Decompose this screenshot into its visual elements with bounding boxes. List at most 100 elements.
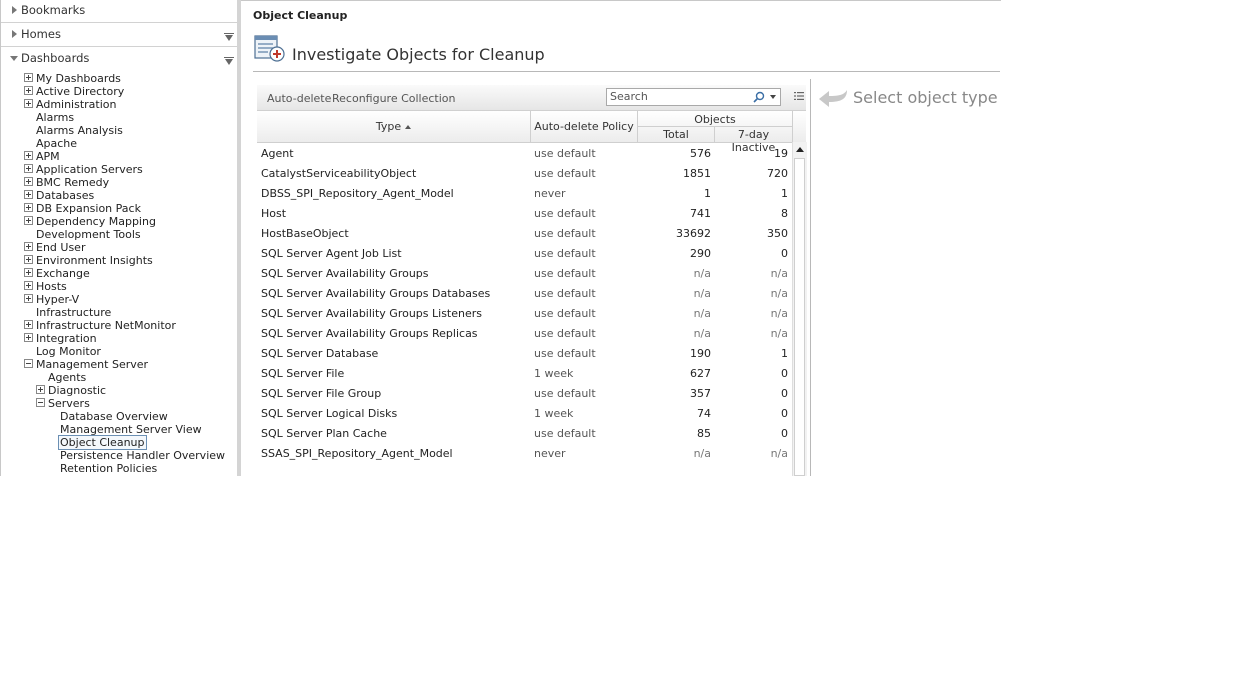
tree-item-label[interactable]: Object Cleanup xyxy=(58,435,147,450)
dashboards-section[interactable]: Dashboards xyxy=(1,48,237,70)
tree-item[interactable]: Environment Insights xyxy=(1,254,237,267)
bookmarks-label[interactable]: Bookmarks xyxy=(21,3,85,17)
search-box[interactable] xyxy=(606,88,781,106)
tree-item-label[interactable]: Log Monitor xyxy=(36,345,101,358)
search-input[interactable] xyxy=(610,90,750,103)
tree-item-label[interactable]: Apache xyxy=(36,137,77,150)
table-row[interactable]: Agent use default 576 19 xyxy=(257,143,792,163)
tree-item[interactable]: APM xyxy=(1,150,237,163)
tree-item[interactable]: DB Expansion Pack xyxy=(1,202,237,215)
tree-item-label[interactable]: Infrastructure xyxy=(36,306,111,319)
tree-item-label[interactable]: Integration xyxy=(36,332,97,345)
tree-item[interactable]: Management Server xyxy=(1,358,237,371)
tree-item[interactable]: Development Tools xyxy=(1,228,237,241)
tree-item-label[interactable]: Agents xyxy=(48,371,86,384)
tree-item[interactable]: BMC Remedy xyxy=(1,176,237,189)
expand-plus-icon[interactable] xyxy=(24,216,33,225)
tree-item[interactable]: Database Overview xyxy=(1,410,237,423)
expand-plus-icon[interactable] xyxy=(24,190,33,199)
tree-item[interactable]: Administration xyxy=(1,98,237,111)
expand-plus-icon[interactable] xyxy=(24,99,33,108)
tree-item-label[interactable]: Databases xyxy=(36,189,94,202)
table-row[interactable]: HostBaseObject use default 33692 350 xyxy=(257,223,792,243)
tree-item-label[interactable]: Active Directory xyxy=(36,85,124,98)
tree-item-label[interactable]: Application Servers xyxy=(36,163,143,176)
tree-item[interactable]: Retention Policies xyxy=(1,462,237,475)
tree-item-label[interactable]: Diagnostic xyxy=(48,384,106,397)
tree-item-label[interactable]: My Dashboards xyxy=(36,72,121,85)
tree-item[interactable]: End User xyxy=(1,241,237,254)
table-row[interactable]: SSAS_SPI_Repository_Agent_Model never n/a n… xyxy=(257,443,792,463)
table-row[interactable]: SQL Server File Group use default 357 0 xyxy=(257,383,792,403)
table-row[interactable]: SQL Server Database use default 190 1 xyxy=(257,343,792,363)
scroll-thumb[interactable] xyxy=(794,158,805,476)
expand-plus-icon[interactable] xyxy=(24,242,33,251)
expand-arrow-icon[interactable] xyxy=(12,30,17,38)
tree-item-label[interactable]: Infrastructure NetMonitor xyxy=(36,319,176,332)
tree-item-label[interactable]: Retention Policies xyxy=(60,462,157,475)
tree-item-label[interactable]: Exchange xyxy=(36,267,90,280)
grid-scrollbar[interactable] xyxy=(792,142,807,476)
tree-item[interactable]: Application Servers xyxy=(1,163,237,176)
table-row[interactable]: SQL Server Availability Groups Listeners… xyxy=(257,303,792,323)
tree-item[interactable]: Alarms Analysis xyxy=(1,124,237,137)
tree-item[interactable]: Servers xyxy=(1,397,237,410)
table-row[interactable]: SQL Server Availability Groups Replicas u… xyxy=(257,323,792,343)
tree-item[interactable]: Object Cleanup xyxy=(1,435,237,450)
tree-item-label[interactable]: Hosts xyxy=(36,280,67,293)
tree-item-label[interactable]: Dependency Mapping xyxy=(36,215,156,228)
expand-plus-icon[interactable] xyxy=(24,86,33,95)
filter-icon[interactable] xyxy=(224,33,234,41)
tree-item-label[interactable]: DB Expansion Pack xyxy=(36,202,141,215)
expand-arrow-icon[interactable] xyxy=(12,6,17,14)
expand-plus-icon[interactable] xyxy=(24,320,33,329)
collapse-minus-icon[interactable] xyxy=(36,398,45,407)
tree-item[interactable]: Exchange xyxy=(1,267,237,280)
table-row[interactable]: SQL Server Logical Disks 1 week 74 0 xyxy=(257,403,792,423)
tree-item-label[interactable]: Administration xyxy=(36,98,117,111)
tree-item-label[interactable]: Environment Insights xyxy=(36,254,153,267)
search-icon[interactable] xyxy=(753,91,765,103)
tree-item-label[interactable]: Servers xyxy=(48,397,90,410)
total-column-header[interactable]: Total xyxy=(638,128,714,141)
tree-item[interactable]: Diagnostic xyxy=(1,384,237,397)
auto-delete-button[interactable]: Auto-delete xyxy=(267,92,331,105)
expand-plus-icon[interactable] xyxy=(24,333,33,342)
tree-item-label[interactable]: End User xyxy=(36,241,85,254)
chevron-down-icon[interactable] xyxy=(770,95,776,99)
expand-plus-icon[interactable] xyxy=(24,164,33,173)
expand-plus-icon[interactable] xyxy=(24,281,33,290)
table-row[interactable]: SQL Server Agent Job List use default 290 0 xyxy=(257,243,792,263)
tree-item-label[interactable]: Persistence Handler Overview xyxy=(60,449,225,462)
homes-label[interactable]: Homes xyxy=(21,27,61,41)
expand-plus-icon[interactable] xyxy=(24,73,33,82)
reconfigure-collection-button[interactable]: Reconfigure Collection xyxy=(332,92,456,105)
tree-item[interactable]: Active Directory xyxy=(1,85,237,98)
policy-column-header[interactable]: Auto-delete Policy xyxy=(531,120,637,133)
expand-plus-icon[interactable] xyxy=(36,385,45,394)
table-row[interactable]: SQL Server Availability Groups Databases… xyxy=(257,283,792,303)
expand-plus-icon[interactable] xyxy=(24,268,33,277)
type-column-header[interactable]: Type xyxy=(257,120,530,133)
tree-item-label[interactable]: Management Server xyxy=(36,358,148,371)
expand-plus-icon[interactable] xyxy=(24,203,33,212)
tree-item[interactable]: Persistence Handler Overview xyxy=(1,449,237,462)
tree-item-label[interactable]: Hyper-V xyxy=(36,293,79,306)
tree-item[interactable]: Hosts xyxy=(1,280,237,293)
expand-plus-icon[interactable] xyxy=(24,151,33,160)
tree-item[interactable]: My Dashboards xyxy=(1,72,237,85)
table-row[interactable]: CatalystServiceabilityObject use default 1… xyxy=(257,163,792,183)
table-row[interactable]: Host use default 741 8 xyxy=(257,203,792,223)
tree-item[interactable]: Hyper-V xyxy=(1,293,237,306)
filter-icon[interactable] xyxy=(224,57,234,65)
tree-item[interactable]: Integration xyxy=(1,332,237,345)
tree-item-label[interactable]: Alarms Analysis xyxy=(36,124,123,137)
tree-item-label[interactable]: APM xyxy=(36,150,60,163)
dashboards-label[interactable]: Dashboards xyxy=(21,51,89,65)
expand-plus-icon[interactable] xyxy=(24,294,33,303)
collapse-minus-icon[interactable] xyxy=(24,359,33,368)
tree-item[interactable]: Alarms xyxy=(1,111,237,124)
expand-plus-icon[interactable] xyxy=(24,177,33,186)
scroll-up-icon[interactable] xyxy=(796,147,804,152)
tree-item[interactable]: Infrastructure xyxy=(1,306,237,319)
